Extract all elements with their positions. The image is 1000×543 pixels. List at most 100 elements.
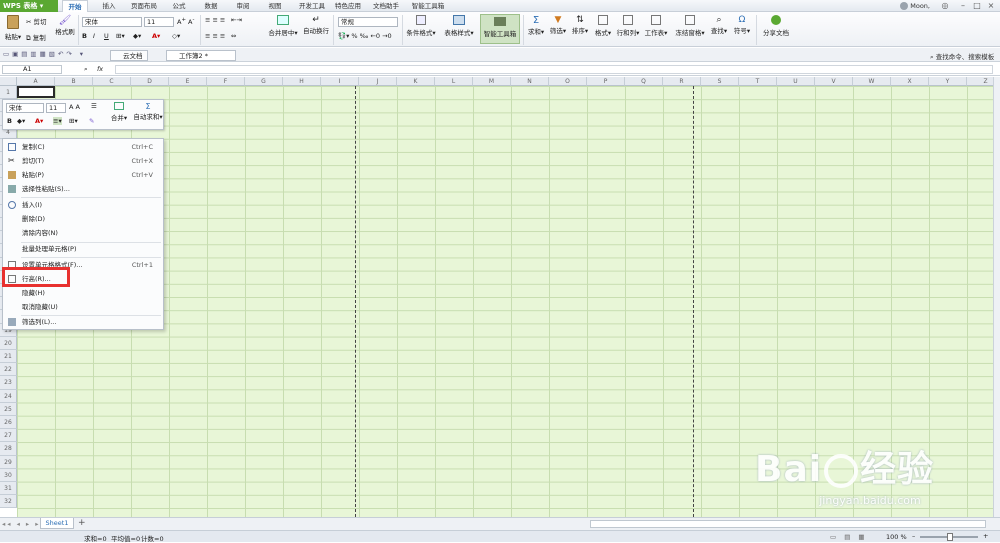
column-header-d[interactable]: D: [131, 77, 169, 86]
minimize-icon[interactable]: –: [958, 1, 968, 11]
column-header-r[interactable]: R: [663, 77, 701, 86]
column-header-t[interactable]: T: [739, 77, 777, 86]
column-header-c[interactable]: C: [93, 77, 131, 86]
column-header-p[interactable]: P: [587, 77, 625, 86]
bold-icon[interactable]: B: [82, 32, 87, 40]
user-name[interactable]: Moon,: [860, 0, 930, 12]
merge-center-button[interactable]: 合并居中▾: [268, 15, 298, 37]
column-header-x[interactable]: X: [891, 77, 929, 86]
zoom-icon[interactable]: ⌕: [84, 65, 88, 74]
close-icon[interactable]: ×: [986, 1, 996, 11]
menu-insert[interactable]: 插入(I): [3, 199, 163, 211]
tab-workbook2[interactable]: 工作簿2 *: [166, 50, 236, 61]
menu-batch-cells[interactable]: 批量处理单元格(P): [3, 243, 163, 255]
clear-icon[interactable]: ◇▾: [172, 32, 180, 40]
row-header-23[interactable]: 23: [0, 376, 17, 390]
column-header-o[interactable]: O: [549, 77, 587, 86]
column-header-j[interactable]: J: [359, 77, 397, 86]
symbol-button[interactable]: Ω 符号▾: [732, 15, 752, 35]
add-sheet-button[interactable]: +: [78, 518, 86, 529]
vertical-scrollbar[interactable]: [993, 77, 1000, 517]
column-header-v[interactable]: V: [815, 77, 853, 86]
horizontal-scrollbar[interactable]: [590, 520, 986, 528]
row-header-30[interactable]: 30: [0, 468, 17, 482]
column-header-g[interactable]: G: [245, 77, 283, 86]
mini-align-icon[interactable]: ≡▾: [53, 117, 62, 125]
tab-data[interactable]: 数据: [198, 0, 224, 12]
tab-doc-assistant[interactable]: 文档助手: [368, 0, 404, 12]
row-header-20[interactable]: 20: [0, 336, 17, 350]
name-box[interactable]: A1: [2, 65, 62, 74]
column-header-f[interactable]: F: [207, 77, 245, 86]
menu-cut[interactable]: ✂ 剪切(T) Ctrl+X: [3, 155, 163, 167]
smart-toolbox-button[interactable]: 智能工具箱: [480, 14, 520, 44]
column-header-a[interactable]: A: [17, 77, 55, 86]
tab-view[interactable]: 视图: [262, 0, 288, 12]
wrap-text-button[interactable]: ↵ 自动换行: [302, 15, 330, 35]
tab-features[interactable]: 特色应用: [330, 0, 366, 12]
row-header-22[interactable]: 22: [0, 363, 17, 377]
active-cell[interactable]: [17, 86, 55, 98]
underline-icon[interactable]: U: [104, 32, 109, 40]
column-header-e[interactable]: E: [169, 77, 207, 86]
format-painter-button[interactable]: 🖌 格式刷: [54, 15, 76, 36]
row-header-29[interactable]: 29: [0, 455, 17, 469]
grow-font-icon[interactable]: A+ A-: [177, 17, 194, 26]
currency-icon[interactable]: 💱▾ % ‰ ←0 →0: [338, 32, 392, 40]
align-top-icon[interactable]: ≡≡≡: [205, 16, 227, 24]
font-color-icon[interactable]: A▾: [152, 32, 160, 40]
tab-developer[interactable]: 开发工具: [294, 0, 330, 12]
mini-size-select[interactable]: 11: [46, 103, 66, 113]
conditional-format-button[interactable]: 条件格式▾: [406, 15, 436, 37]
menu-delete[interactable]: 删除(D): [3, 213, 163, 225]
column-header-s[interactable]: S: [701, 77, 739, 86]
copy-button[interactable]: ⧉ 复制: [26, 32, 46, 43]
menu-paste[interactable]: 粘贴(P) Ctrl+V: [3, 169, 163, 181]
paste-button[interactable]: 粘贴▾: [4, 15, 22, 41]
zoom-slider[interactable]: [920, 533, 978, 541]
formula-input[interactable]: [115, 65, 993, 74]
row-header-21[interactable]: 21: [0, 350, 17, 364]
menu-copy[interactable]: 复制(C) Ctrl+C: [3, 141, 163, 153]
column-header-u[interactable]: U: [777, 77, 815, 86]
mini-brush-icon[interactable]: ✎: [89, 117, 94, 125]
menu-filter-column[interactable]: 筛选列(L)...: [3, 316, 163, 328]
sort-button[interactable]: ⇅ 排序▾: [570, 15, 590, 35]
zoom-in-icon[interactable]: +: [983, 532, 988, 540]
row-header-32[interactable]: 32: [0, 495, 17, 509]
menu-unhide[interactable]: 取消隐藏(U): [3, 301, 163, 313]
border-icon[interactable]: ⊞▾: [116, 32, 125, 40]
distribute-icon[interactable]: ⇔: [231, 32, 236, 40]
row-header-1[interactable]: 1: [0, 86, 17, 100]
mini-grow-font-icon[interactable]: A A: [69, 103, 80, 111]
column-header-z[interactable]: Z: [967, 77, 993, 86]
tab-formula[interactable]: 公式: [166, 0, 192, 12]
command-search[interactable]: ⌕ 查找命令、搜索模板: [930, 51, 994, 62]
column-header-i[interactable]: I: [321, 77, 359, 86]
app-menu-button[interactable]: WPS 表格 ▾: [0, 0, 58, 12]
filter-button[interactable]: ▼ 筛选▾: [548, 15, 568, 35]
maximize-icon[interactable]: □: [972, 1, 982, 11]
mini-fill-icon[interactable]: ◆▾: [17, 117, 25, 125]
row-header-28[interactable]: 28: [0, 442, 17, 456]
menu-hide[interactable]: 隐藏(H): [3, 287, 163, 299]
quick-access-icons[interactable]: ▭▣▤▥▦▧↶↷ ▾: [3, 50, 86, 58]
tab-review[interactable]: 审阅: [230, 0, 256, 12]
number-format-select[interactable]: 常规: [338, 17, 398, 27]
row-header-27[interactable]: 27: [0, 429, 17, 443]
fx-icon[interactable]: fx: [97, 65, 103, 73]
column-header-y[interactable]: Y: [929, 77, 967, 86]
font-family-select[interactable]: 宋体: [82, 17, 142, 27]
skin-icon[interactable]: ◎: [940, 1, 950, 11]
format-button[interactable]: 格式▾: [593, 15, 613, 37]
tab-home[interactable]: 开始: [62, 0, 88, 12]
row-header-26[interactable]: 26: [0, 416, 17, 430]
mini-border-icon[interactable]: ⊞▾: [69, 117, 78, 125]
view-mode-icons[interactable]: ▭ ▤ ▦: [830, 533, 868, 541]
tab-smart-toolbox[interactable]: 智能工具箱: [405, 0, 451, 12]
mini-font-color-icon[interactable]: A▾: [35, 117, 43, 125]
sheet-button[interactable]: 工作表▾: [644, 15, 668, 37]
mini-wrap-icon[interactable]: ☰: [91, 102, 97, 110]
zoom-out-icon[interactable]: –: [912, 532, 915, 540]
share-button[interactable]: 分享文档: [762, 15, 790, 37]
